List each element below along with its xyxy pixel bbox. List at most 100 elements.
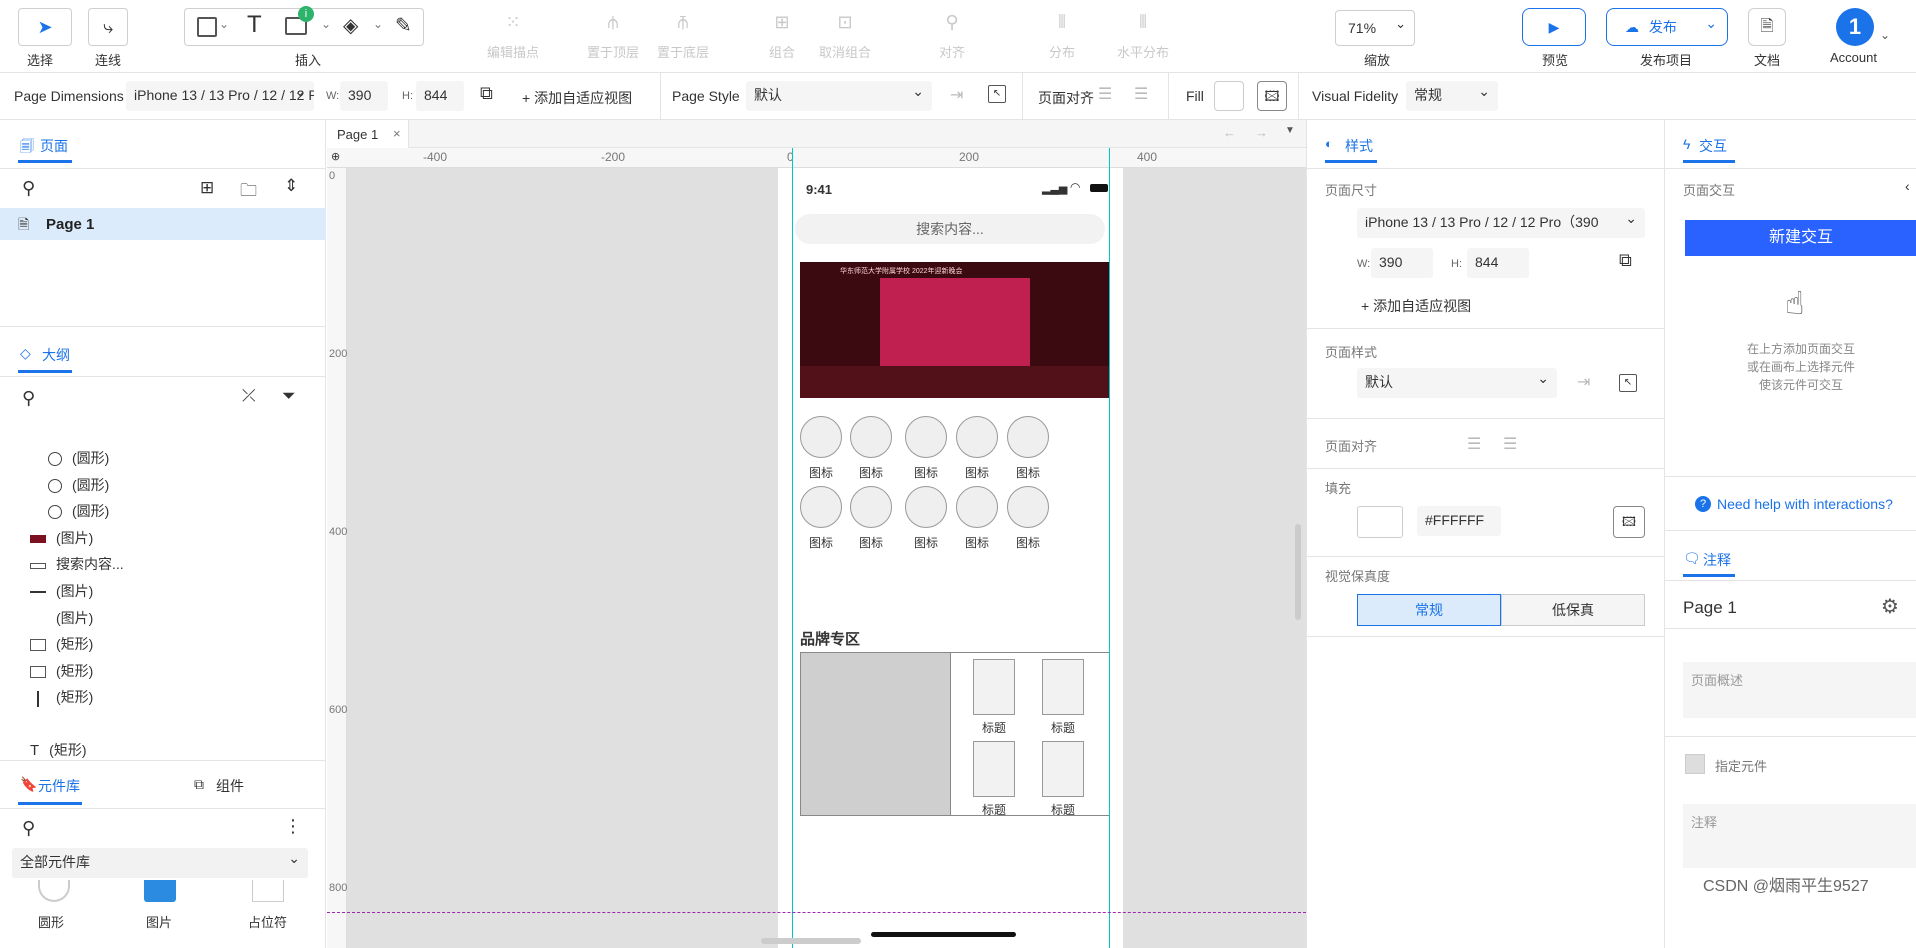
zoom-select[interactable]: 71% ⌄ [1335, 10, 1415, 46]
icon-placeholder-circle[interactable] [800, 486, 842, 528]
chevron-down-icon[interactable]: ⌄ [219, 17, 229, 31]
brand-feature-block[interactable] [801, 653, 951, 815]
chevron-down-icon[interactable]: ⌄ [321, 17, 331, 31]
banner-image[interactable]: 华东师范大学附属学校 2022年迎新晚会 [800, 262, 1110, 398]
outline-item[interactable]: (图片) [30, 528, 93, 548]
phone-page[interactable]: 9:41 ▂▃▅ ◠ 搜索内容... 华东师范大学附属学校 2022年迎新晚会 … [778, 168, 1123, 948]
icon-placeholder-circle[interactable] [850, 486, 892, 528]
apply-style-icon[interactable]: ⇥ [950, 85, 963, 105]
collapse-all-icon[interactable]: ⤫ [242, 386, 256, 406]
image-widget-icon[interactable] [144, 880, 176, 902]
publish-button[interactable]: ☁ 发布 ⌄ [1606, 8, 1728, 46]
icon-placeholder-circle[interactable] [956, 416, 998, 458]
assign-element-checkbox[interactable] [1685, 754, 1705, 774]
filter-icon[interactable]: ⏷ [282, 386, 296, 406]
library-tab[interactable]: 元件库 [38, 776, 80, 796]
style-tab[interactable]: 样式 [1345, 136, 1373, 156]
device-select[interactable]: iPhone 13 / 13 Pro / 12 / 12 Pro [126, 81, 314, 111]
outline-item[interactable]: (矩形) [30, 661, 93, 681]
icon-placeholder-circle[interactable] [956, 486, 998, 528]
page-list-item[interactable]: 🗎 Page 1 [0, 208, 326, 240]
close-icon[interactable]: × [393, 126, 401, 141]
back-arrow-icon[interactable]: ← [1223, 125, 1236, 140]
account-avatar[interactable]: 1 [1836, 8, 1874, 46]
style-width-input[interactable]: 390 [1371, 248, 1433, 278]
height-input[interactable]: 844 [416, 81, 464, 111]
connect-tool-button[interactable]: ⤷ [88, 8, 128, 46]
add-adaptive-view-button[interactable]: + 添加自适应视图 [522, 88, 632, 108]
search-bar[interactable]: 搜索内容... [795, 214, 1105, 244]
apply-style-icon[interactable]: ⇥ [1577, 372, 1590, 392]
style-height-input[interactable]: 844 [1467, 248, 1529, 278]
outline-item[interactable]: 搜索内容... [30, 554, 124, 574]
expand-collapse-icon[interactable]: ⇕ [284, 176, 298, 196]
forward-arrow-icon[interactable]: → [1255, 125, 1268, 140]
icon-placeholder-circle[interactable] [1007, 486, 1049, 528]
brand-item-thumb[interactable] [973, 741, 1015, 797]
outline-item[interactable]: (图片) [30, 608, 93, 628]
bring-front-button[interactable]: ⫛ 置于顶层 [578, 8, 648, 61]
new-interaction-button[interactable]: 新建交互 [1685, 220, 1916, 256]
lib-item-placeholder[interactable]: 占位符 [248, 912, 287, 931]
style-page-style-select[interactable]: 默认 [1357, 368, 1557, 398]
fidelity-low-toggle[interactable]: 低保真 [1501, 594, 1645, 626]
rectangle-tool-icon[interactable] [197, 17, 217, 37]
lib-item-circle[interactable]: 圆形 [38, 912, 64, 931]
vertical-scrollbar[interactable] [1295, 524, 1301, 620]
fidelity-normal-toggle[interactable]: 常规 [1357, 594, 1501, 626]
h-distribute-button[interactable]: ⫴ 水平分布 [1108, 8, 1178, 61]
page-description-field[interactable]: 页面概述 [1683, 662, 1916, 718]
docs-button[interactable]: 🗎 [1748, 8, 1786, 46]
edit-style-icon[interactable]: ↖ [1619, 374, 1637, 392]
more-options-icon[interactable]: ⋮ [284, 816, 302, 837]
page-style-select[interactable]: 默认 [746, 81, 932, 111]
search-icon[interactable]: ⚲ [22, 388, 35, 409]
send-back-button[interactable]: ⫚ 置于底层 [648, 8, 718, 61]
outline-item[interactable]: (圆形) [48, 475, 109, 495]
pages-tab[interactable]: 页面 [40, 136, 68, 156]
add-folder-icon[interactable]: 🗀 [240, 178, 257, 207]
distribute-button[interactable]: ⫴ 分布 [1032, 8, 1092, 61]
preview-button[interactable]: ▶ [1522, 8, 1586, 46]
icon-placeholder-circle[interactable] [905, 416, 947, 458]
layers-icon[interactable]: ◈ [343, 13, 358, 38]
help-icon[interactable]: ? [1695, 496, 1711, 512]
align-left-icon[interactable]: ☰ [1098, 84, 1112, 104]
chevron-down-icon[interactable]: ⌄ [1880, 28, 1890, 42]
chevron-down-icon[interactable]: ⌄ [373, 17, 383, 31]
fill-image-button[interactable]: 🖾 [1257, 81, 1287, 111]
fill-image-button[interactable]: 🖾 [1613, 506, 1645, 538]
fill-color-swatch[interactable] [1214, 81, 1244, 111]
placeholder-widget-icon[interactable] [252, 880, 284, 902]
outline-item[interactable]: (圆形) [48, 448, 109, 468]
notes-tab[interactable]: 注释 [1703, 550, 1731, 570]
icon-placeholder-circle[interactable] [800, 416, 842, 458]
group-button[interactable]: ⊞ 组合 [752, 8, 812, 61]
outline-item[interactable]: T (矩形) [30, 740, 87, 758]
brand-item-thumb[interactable] [1042, 659, 1084, 715]
add-page-icon[interactable]: ⊞ [200, 178, 214, 198]
circle-widget-icon[interactable] [38, 880, 70, 902]
align-center-icon[interactable]: ☰ [1134, 84, 1148, 104]
text-tool-icon[interactable]: T [247, 11, 262, 39]
outline-tab[interactable]: 大纲 [42, 345, 70, 365]
lib-item-image[interactable]: 图片 [146, 912, 172, 931]
note-field[interactable]: 注释 [1683, 804, 1916, 868]
icon-placeholder-circle[interactable] [1007, 416, 1049, 458]
caret-down-icon[interactable]: ▼ [1285, 125, 1295, 136]
horizontal-scrollbar[interactable] [761, 938, 861, 944]
edit-points-button[interactable]: ⁙ 编辑描点 [478, 8, 548, 61]
fill-hex-input[interactable]: #FFFFFF [1417, 506, 1501, 536]
canvas-tab[interactable]: Page 1 × [327, 120, 409, 148]
outline-item[interactable]: (矩形) [30, 634, 93, 654]
pen-tool-icon[interactable]: ✎ [395, 13, 412, 38]
edit-style-icon[interactable]: ↖ [988, 85, 1006, 103]
brand-item-thumb[interactable] [1042, 741, 1084, 797]
align-left-icon[interactable]: ☰ [1467, 434, 1481, 454]
icon-placeholder-circle[interactable] [905, 486, 947, 528]
search-icon[interactable]: ⚲ [22, 178, 35, 199]
width-input[interactable]: 390 [340, 81, 388, 111]
visual-fidelity-select[interactable]: 常规 [1406, 81, 1498, 111]
outline-item[interactable]: (图片) [30, 581, 93, 601]
collapse-icon[interactable]: ‹ [1905, 178, 1910, 194]
